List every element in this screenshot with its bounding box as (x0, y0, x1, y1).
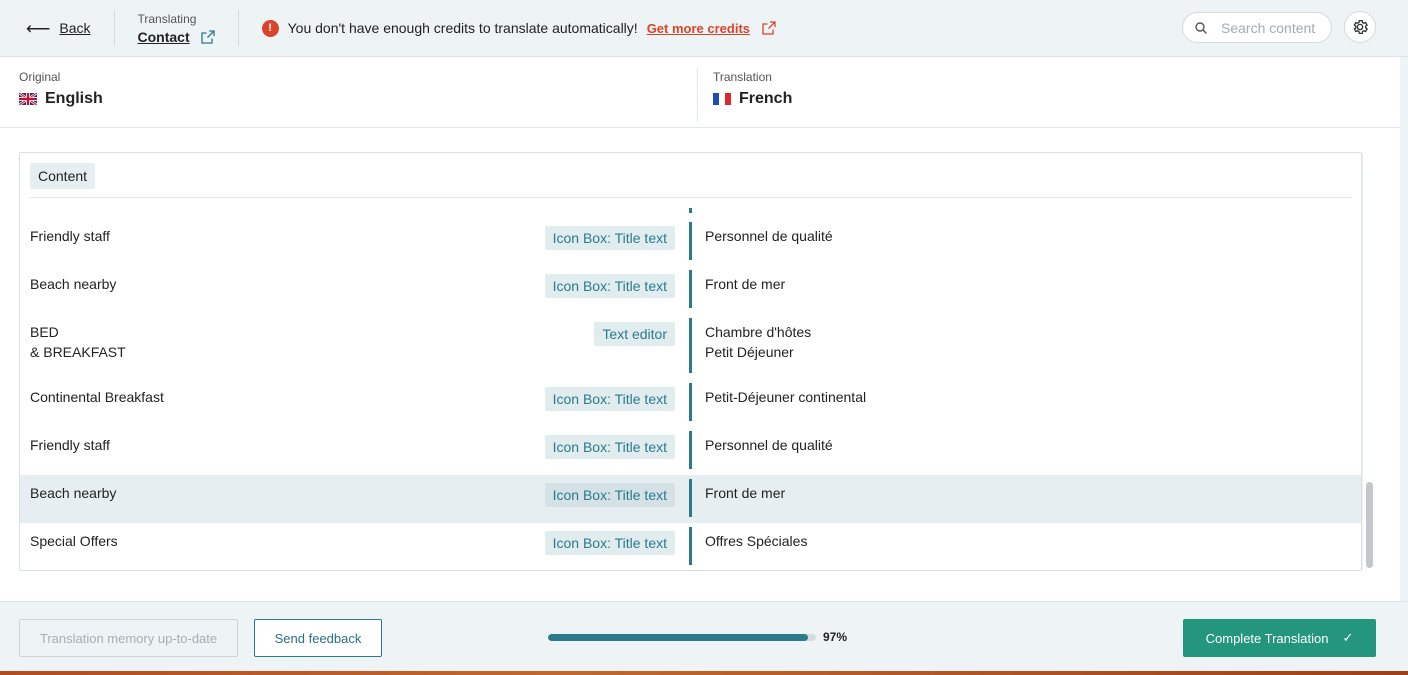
search-box[interactable] (1182, 12, 1332, 43)
language-divider (697, 67, 698, 122)
original-text: Continental Breakfast (30, 389, 164, 405)
translation-label: Translation (713, 70, 772, 84)
translation-text[interactable]: Offres Spéciales (705, 531, 807, 551)
translation-row[interactable]: BED & BREAKFAST Text editor Chambre d'hô… (20, 304, 1361, 373)
field-type-tag: Icon Box: Title text (544, 274, 675, 298)
original-text-line: & BREAKFAST (30, 344, 126, 360)
row-indicator (689, 222, 692, 260)
translation-panel: Content Friendly staff Icon Box: Title t… (19, 152, 1362, 571)
translation-text-line: Chambre d'hôtes (705, 324, 812, 340)
progress-fill (548, 634, 808, 641)
field-type-tag: Icon Box: Title text (544, 435, 675, 459)
progress-bar (548, 634, 816, 641)
back-label: Back (59, 20, 91, 36)
translation-language-name: French (739, 90, 793, 107)
translation-text[interactable]: Front de mer (705, 274, 785, 294)
footer-bar: Translation memory up-to-date Send feedb… (0, 601, 1408, 671)
original-language-name: English (45, 90, 103, 107)
search-input[interactable] (1221, 19, 1331, 36)
translation-text[interactable]: Chambre d'hôtes Petit Déjeuner (705, 322, 811, 362)
row-indicator (689, 270, 692, 308)
field-type-tag: Icon Box: Title text (544, 226, 675, 250)
original-text: Special Offers (30, 533, 118, 549)
original-text: Friendly staff (30, 437, 110, 453)
original-text-line: BED (30, 324, 59, 340)
translation-memory-button[interactable]: Translation memory up-to-date (19, 619, 238, 657)
translation-text[interactable]: Front de mer (705, 483, 785, 503)
back-button[interactable]: ⟵ Back (26, 12, 91, 44)
row-indicator (689, 431, 692, 469)
section-title: Content (30, 163, 96, 189)
row-indicator (689, 479, 692, 517)
settings-button[interactable] (1344, 11, 1376, 43)
france-flag-icon (713, 93, 731, 105)
original-text: Beach nearby (30, 485, 117, 501)
original-text: Beach nearby (30, 276, 117, 292)
credits-alert: ! You don't have enough credits to trans… (261, 19, 776, 37)
uk-flag-icon (19, 93, 37, 105)
back-arrow-icon: ⟵ (26, 18, 51, 38)
original-text: BED & BREAKFAST (30, 322, 126, 362)
search-icon (1195, 21, 1207, 34)
check-icon: ✓ (1342, 630, 1354, 645)
translation-row[interactable]: Continental Breakfast Icon Box: Title te… (20, 369, 1361, 421)
page-name-link[interactable]: Contact (138, 29, 215, 45)
row-indicator (689, 527, 692, 565)
send-feedback-button[interactable]: Send feedback (254, 619, 382, 657)
translation-row[interactable]: Special Offers Icon Box: Title text Offr… (20, 523, 1361, 570)
translation-text[interactable]: Personnel de qualité (705, 435, 833, 455)
original-text: Friendly staff (30, 228, 110, 244)
original-label: Original (19, 70, 61, 84)
alert-icon: ! (261, 19, 279, 37)
field-type-tag: Icon Box: Title text (544, 531, 675, 555)
original-language: Original English (19, 70, 103, 108)
gear-icon (1353, 19, 1368, 35)
scrollbar-thumb[interactable] (1366, 482, 1373, 568)
divider (237, 10, 239, 46)
translation-row-selected[interactable]: Beach nearby Icon Box: Title text Front … (20, 475, 1361, 523)
scrollbar[interactable] (1362, 152, 1376, 571)
get-more-credits-link[interactable]: Get more credits (647, 21, 750, 36)
field-type-tag: Text editor (594, 322, 675, 346)
section-divider (30, 197, 1352, 198)
main-content: Content Friendly staff Icon Box: Title t… (0, 128, 1400, 601)
translation-text[interactable]: Personnel de qualité (705, 226, 833, 246)
row-indicator (689, 383, 692, 421)
page-name: Contact (137, 28, 190, 45)
external-link-icon[interactable] (200, 29, 215, 44)
alert-text: You don't have enough credits to transla… (287, 20, 638, 36)
translation-text[interactable]: Petit-Déjeuner continental (705, 387, 866, 407)
external-link-icon[interactable] (762, 21, 776, 35)
complete-translation-button[interactable]: Complete Translation ✓ (1183, 619, 1376, 657)
translation-row[interactable]: Friendly staff Icon Box: Title text Pers… (20, 208, 1361, 260)
translating-info: Translating Contact (138, 12, 215, 45)
field-type-tag: Icon Box: Title text (544, 483, 675, 507)
field-type-tag: Icon Box: Title text (544, 387, 675, 411)
translation-language: Translation French (713, 70, 792, 108)
row-indicator (689, 318, 692, 373)
background-strip (0, 671, 1408, 675)
translating-label: Translating (137, 11, 197, 26)
progress-label: 97% (823, 630, 848, 644)
translation-text-line: Petit Déjeuner (705, 344, 794, 360)
complete-translation-label: Complete Translation (1205, 630, 1329, 646)
translation-row[interactable]: Beach nearby Icon Box: Title text Front … (20, 256, 1361, 308)
translation-row[interactable]: Friendly staff Icon Box: Title text Pers… (20, 417, 1361, 469)
divider (113, 10, 115, 46)
language-header: Original English Translation French (0, 57, 1400, 128)
